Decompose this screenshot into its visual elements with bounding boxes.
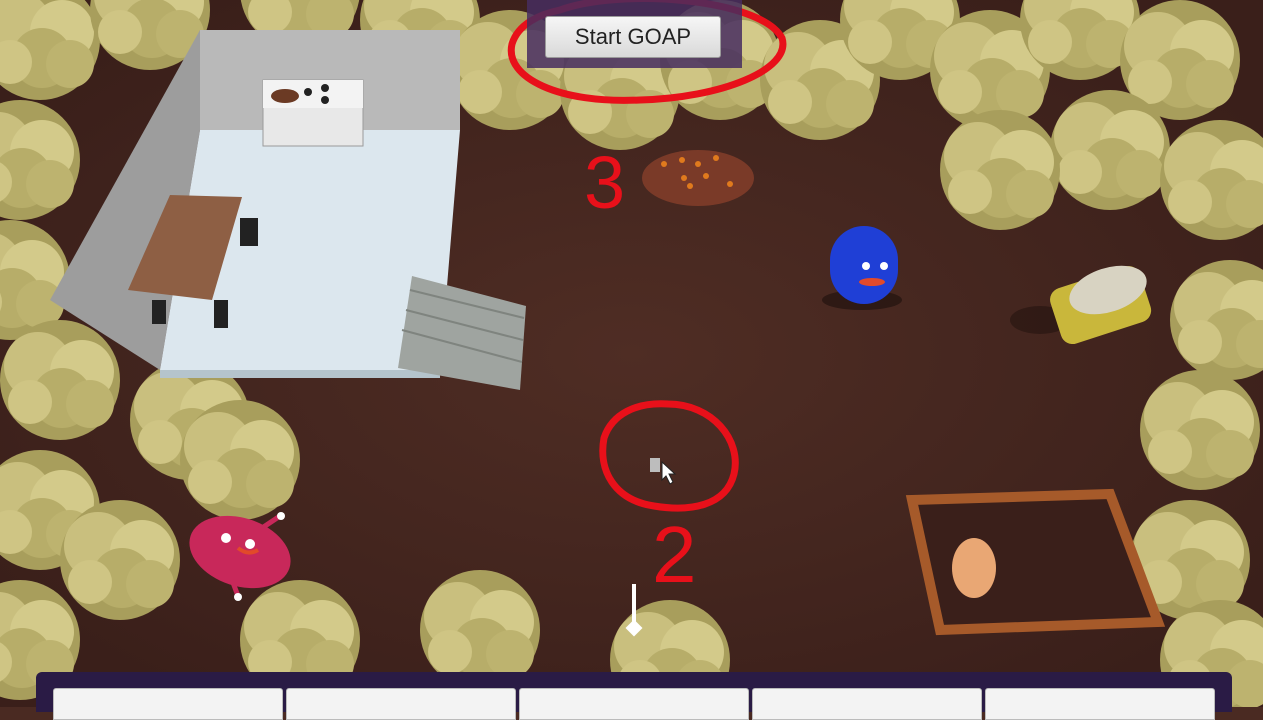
chicken[interactable] (952, 538, 996, 598)
toolbar-slot[interactable] (519, 688, 749, 720)
annotation-number-3: 3 (584, 141, 625, 224)
carrot-patch (642, 150, 754, 206)
toolbar-slot[interactable] (752, 688, 982, 720)
annotation-number-2: 2 (652, 510, 697, 599)
toolbar-slot[interactable] (985, 688, 1215, 720)
game-viewport[interactable]: 3 2 (0, 0, 1263, 707)
dropped-item[interactable] (650, 458, 660, 472)
bottom-toolbar (36, 672, 1232, 720)
toolbar-slot[interactable] (53, 688, 283, 720)
chicken-pen (905, 488, 1166, 636)
toolbar-slot[interactable] (286, 688, 516, 720)
start-goap-button[interactable]: Start GOAP (545, 16, 721, 58)
